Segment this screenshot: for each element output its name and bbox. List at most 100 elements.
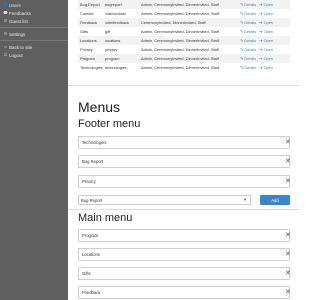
- route-path-cell: /site/feedback: [105, 20, 130, 25]
- open-link[interactable]: ➜ Open: [259, 47, 273, 52]
- details-link[interactable]: ✎ Details: [240, 29, 256, 34]
- table-row: Gifts gift Admin, CeremonyInvited, DinnerI…: [78, 27, 290, 36]
- sidebar-item-label: Back to site: [9, 44, 33, 50]
- route-path-cell: locations: [105, 38, 121, 43]
- route-name-cell: Locations: [80, 38, 97, 43]
- route-roles-cell: Admin, CeremonyInvited, DinnerInvited, S…: [141, 56, 219, 61]
- route-name-cell: Program: [80, 56, 95, 61]
- route-path-cell: privacy: [105, 47, 118, 52]
- remove-icon[interactable]: ✕: [285, 250, 291, 259]
- routes-table: Bug Report bugreport Admin, CeremonyInvite…: [78, 0, 290, 72]
- route-name-cell: Feedback: [80, 20, 98, 25]
- table-row: Technologies technologies Admin, CeremonyI…: [78, 63, 290, 72]
- remove-icon[interactable]: ✕: [285, 269, 291, 278]
- table-row: Bug Report bugreport Admin, CeremonyInvite…: [78, 0, 290, 9]
- open-link[interactable]: ➜ Open: [259, 65, 273, 70]
- route-path-cell: bugreport: [105, 2, 122, 7]
- menu-item-label: Gifts: [82, 271, 91, 276]
- sidebar-item-logout[interactable]: ⏻ Logout: [0, 51, 68, 59]
- footer-menu-item[interactable]: Technologies ✕: [78, 136, 291, 149]
- route-path-cell: technologies: [105, 65, 127, 70]
- route-roles-cell: Admin, CeremonyInvited, DinnerInvited, S…: [141, 2, 219, 7]
- back-icon: ⇦: [3, 44, 8, 49]
- open-link[interactable]: ➜ Open: [259, 2, 273, 7]
- route-actions-cell: ✎ Details ➜ Open: [238, 18, 290, 27]
- sidebar-item-label: Settings: [9, 31, 26, 37]
- remove-icon[interactable]: ✕: [285, 231, 291, 240]
- open-link[interactable]: ➜ Open: [259, 29, 273, 34]
- menu-item-label: Bug Report: [82, 159, 104, 164]
- sidebar-item-settings[interactable]: ⚙ Settings: [0, 30, 68, 38]
- route-roles-cell: Admin, CeremonyInvited, DinnerInvited, S…: [141, 47, 219, 52]
- route-path-cell: program: [105, 56, 120, 61]
- add-button[interactable]: Add: [260, 195, 290, 205]
- logout-icon: ⏻: [3, 52, 8, 57]
- main-menu-item[interactable]: Feedback ✕: [78, 286, 291, 299]
- main-menu-item[interactable]: Locations ✕: [78, 248, 291, 261]
- remove-icon[interactable]: ✕: [285, 138, 291, 147]
- footer-add-select[interactable]: Bug Report ▼: [78, 195, 251, 205]
- table-row: Privacy privacy Admin, CeremonyInvited, Di…: [78, 45, 290, 54]
- route-name-cell: Technologies: [80, 65, 103, 70]
- sidebar-item-users[interactable]: 👤 Users: [0, 1, 68, 9]
- open-link[interactable]: ➜ Open: [259, 11, 273, 16]
- main-menu-item[interactable]: Gifts ✕: [78, 267, 291, 280]
- remove-icon[interactable]: ✕: [285, 288, 291, 297]
- route-path-cell: gift: [105, 29, 111, 34]
- table-row: Feedback/site/feedback CeremonyInvited, D…: [78, 18, 290, 27]
- route-roles-cell: CeremonyInvited, DinnerInvited, Staff: [141, 20, 206, 25]
- route-path-cell: /site/contact: [105, 11, 126, 16]
- details-link[interactable]: ✎ Details: [240, 56, 256, 61]
- chevron-down-icon: ▼: [243, 197, 247, 202]
- main-menu-title: Main menu: [78, 212, 133, 224]
- sidebar-divider: [0, 26, 68, 28]
- main-content: Bug Report bugreport Admin, CeremonyInvite…: [68, 0, 300, 300]
- route-actions-cell: ✎ Details ➜ Open: [238, 27, 290, 36]
- menu-item-label: Technologies: [82, 140, 107, 145]
- table-row: Contact/site/contact Admin, CeremonyInvit…: [78, 9, 290, 18]
- main-menu-item[interactable]: Program ✕: [78, 229, 291, 242]
- sidebar: 👤 Users 💬 Feedbacks ☰ Guest list ⚙ Setti…: [0, 0, 68, 300]
- select-value: Bug Report: [81, 197, 103, 203]
- menus-title: Menus: [78, 99, 121, 115]
- details-link[interactable]: ✎ Details: [240, 38, 256, 43]
- details-link[interactable]: ✎ Details: [240, 11, 256, 16]
- footer-menu-title: Footer menu: [78, 118, 141, 130]
- details-link[interactable]: ✎ Details: [240, 47, 256, 52]
- table-row: Program program Admin, CeremonyInvited, Di…: [78, 54, 290, 63]
- route-actions-cell: ✎ Details ➜ Open: [238, 54, 290, 63]
- footer-menu-item[interactable]: Privacy ✕: [78, 175, 291, 188]
- section-divider: [68, 85, 300, 86]
- details-link[interactable]: ✎ Details: [240, 2, 256, 7]
- sidebar-item-back-to-site[interactable]: ⇦ Back to site: [0, 43, 68, 51]
- route-name-cell: Contact: [80, 11, 94, 16]
- section-divider: [68, 209, 300, 210]
- route-name-cell: Privacy: [80, 47, 93, 52]
- open-link[interactable]: ➜ Open: [259, 38, 273, 43]
- route-roles-cell: Admin, CeremonyInvited, DinnerInvited, S…: [141, 65, 219, 70]
- footer-menu-item[interactable]: Bug Report ✕: [78, 155, 291, 168]
- details-link[interactable]: ✎ Details: [240, 20, 256, 25]
- sidebar-item-feedbacks[interactable]: 💬 Feedbacks: [0, 9, 68, 17]
- route-name-cell: Bug Report: [80, 2, 100, 7]
- open-link[interactable]: ➜ Open: [259, 20, 273, 25]
- route-actions-cell: ✎ Details ➜ Open: [238, 36, 290, 45]
- remove-icon[interactable]: ✕: [285, 177, 291, 186]
- menu-item-label: Locations: [82, 252, 100, 257]
- route-actions-cell: ✎ Details ➜ Open: [238, 9, 290, 18]
- menu-item-label: Feedback: [82, 290, 101, 295]
- comment-icon: 💬: [3, 10, 8, 15]
- route-roles-cell: Admin, CeremonyInvited, DinnerInvited, S…: [141, 29, 219, 34]
- sidebar-divider: [0, 39, 68, 41]
- sidebar-item-label: Guest list: [9, 18, 28, 24]
- users-icon: 👤: [3, 2, 8, 7]
- sidebar-item-guest-list[interactable]: ☰ Guest list: [0, 17, 68, 25]
- sidebar-item-label: Feedbacks: [9, 10, 32, 16]
- menu-item-label: Privacy: [82, 179, 96, 184]
- sidebar-item-label: Users: [9, 2, 21, 8]
- details-link[interactable]: ✎ Details: [240, 65, 256, 70]
- open-link[interactable]: ➜ Open: [259, 56, 273, 61]
- route-name-cell: Gifts: [80, 29, 88, 34]
- remove-icon[interactable]: ✕: [285, 157, 291, 166]
- menu-item-label: Program: [82, 233, 99, 238]
